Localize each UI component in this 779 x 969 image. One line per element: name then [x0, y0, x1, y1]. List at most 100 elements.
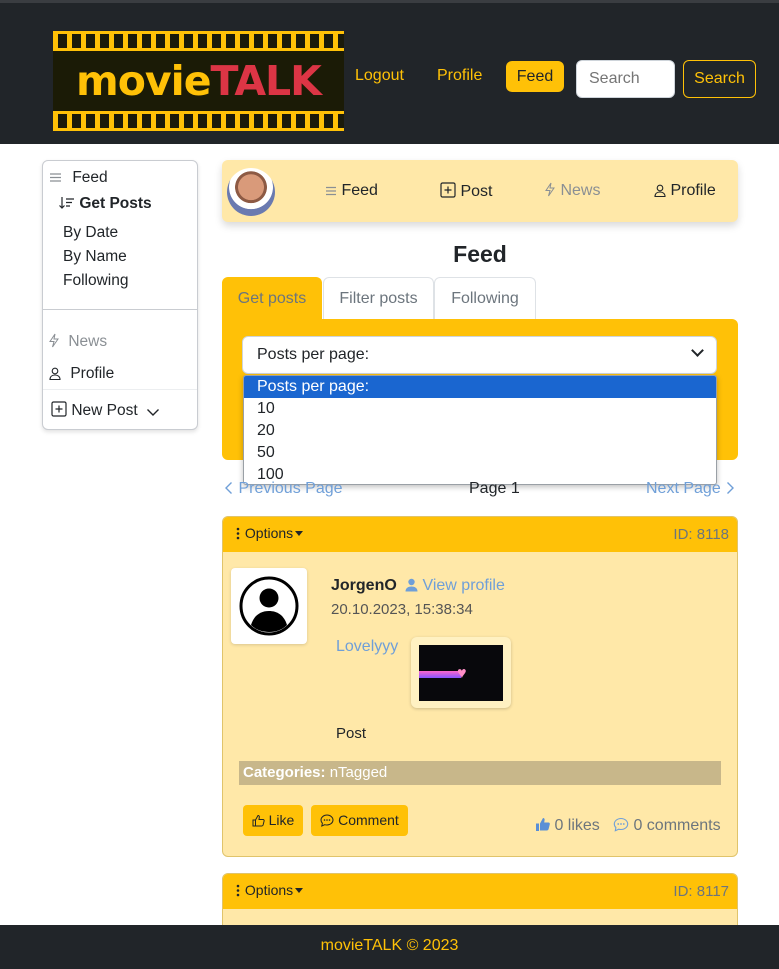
categories-label: Categories:	[243, 764, 326, 781]
userbar-feed-link[interactable]: Feed	[325, 182, 378, 200]
like-button[interactable]: Like	[243, 805, 303, 836]
caret-down-icon	[295, 531, 304, 536]
dropdown-option[interactable]: 10	[244, 398, 716, 420]
posts-per-page-select[interactable]: Posts per page:	[242, 336, 717, 374]
view-profile-label: View profile	[422, 577, 505, 594]
likes-count-label: 0 likes	[554, 817, 600, 834]
nav-logout-link[interactable]: Logout	[355, 67, 404, 85]
comments-count-label: 0 comments	[633, 817, 721, 834]
kebab-icon	[236, 527, 240, 540]
likes-count[interactable]: 0 likes	[535, 817, 600, 835]
heart-icon: ♥	[457, 665, 467, 682]
thumbs-up-fill-icon	[536, 818, 550, 831]
sidebar-item-get-posts[interactable]: Get Posts	[59, 195, 152, 213]
sidebar-item-following[interactable]: Following	[63, 272, 128, 290]
search-button[interactable]: Search	[683, 60, 756, 98]
sidebar-item-by-name[interactable]: By Name	[63, 248, 127, 266]
previous-page-link[interactable]: Previous Page	[224, 480, 343, 498]
film-strip-bottom	[53, 114, 344, 128]
post-options-dropdown[interactable]: Options	[235, 882, 304, 898]
rainbow-trail	[419, 671, 461, 678]
nav-feed-link[interactable]: Feed	[506, 61, 564, 92]
chevron-left-icon	[225, 482, 232, 494]
movietalk-logo[interactable]: movie TALK	[53, 31, 344, 131]
chat-icon	[320, 814, 334, 827]
dropdown-option[interactable]: 50	[244, 442, 716, 464]
post-card: Options ID: 8118 JorgenO View profile 20…	[222, 516, 738, 857]
like-button-label: Like	[268, 812, 295, 828]
next-page-link[interactable]: Next Page	[646, 480, 735, 498]
chevron-down-icon	[691, 344, 704, 357]
avatar[interactable]	[227, 168, 275, 216]
post-timestamp: 20.10.2023, 15:38:34	[331, 601, 473, 618]
person-icon	[49, 367, 61, 380]
post-id: ID: 8117	[673, 883, 729, 900]
logo-text: movie TALK	[53, 51, 344, 111]
post-options-dropdown[interactable]: Options	[235, 525, 304, 541]
sidebar-item-feed[interactable]: Feed	[49, 169, 179, 187]
view-profile-link[interactable]: View profile	[405, 577, 505, 595]
post-card: Options ID: 8117	[222, 873, 738, 933]
sidebar-profile-label: Profile	[70, 365, 115, 382]
chevron-right-icon	[727, 482, 735, 494]
lightning-icon	[49, 333, 59, 348]
post-author-avatar[interactable]	[231, 568, 307, 644]
sort-icon	[59, 197, 74, 209]
post-options-label: Options	[244, 882, 294, 898]
lightning-icon	[545, 182, 555, 197]
plus-square-icon	[51, 401, 67, 417]
dropdown-option[interactable]: 20	[244, 420, 716, 442]
categories-value: nTagged	[329, 764, 388, 781]
thumbs-up-icon	[252, 814, 265, 827]
search-input[interactable]	[576, 60, 675, 98]
post-header: Options ID: 8118	[223, 517, 737, 552]
userbar-profile-label: Profile	[670, 182, 716, 199]
sidebar-news-label: News	[68, 333, 108, 350]
post-id: ID: 8118	[673, 526, 729, 543]
person-fill-icon	[405, 578, 418, 592]
new-post-item[interactable]: New Post	[51, 401, 160, 420]
comments-count[interactable]: 0 comments	[613, 817, 721, 835]
sidebar-item-news[interactable]: News	[48, 333, 107, 351]
new-post-label: New Post	[71, 402, 138, 419]
post-gif: ♥	[419, 645, 503, 701]
post-author[interactable]: JorgenO	[331, 577, 397, 595]
sidebar-item-by-date[interactable]: By Date	[63, 224, 118, 242]
next-page-label: Next Page	[646, 480, 721, 497]
chat-icon	[613, 817, 629, 832]
nav-profile-link[interactable]: Profile	[437, 67, 482, 85]
tab-filter-posts[interactable]: Filter posts	[323, 277, 434, 319]
comment-button-label: Comment	[338, 812, 399, 828]
post-title-link[interactable]: Lovelyyy	[336, 638, 398, 656]
userbar-news-label: News	[560, 182, 601, 199]
tab-following[interactable]: Following	[434, 277, 536, 319]
userbar-news-link[interactable]: News	[544, 182, 600, 200]
logo-text-movie: movie	[76, 57, 211, 105]
comment-button[interactable]: Comment	[311, 805, 408, 836]
page-title: Feed	[453, 241, 507, 267]
person-icon	[654, 184, 666, 197]
footer: movieTALK © 2023	[0, 925, 779, 969]
post-type: Post	[336, 725, 367, 742]
top-navbar: movie TALK Logout Profile Feed Search	[0, 0, 779, 144]
film-strip-top	[53, 34, 344, 48]
post-image[interactable]: ♥	[411, 637, 511, 708]
sidebar-divider	[43, 309, 197, 310]
logo-text-talk: TALK	[210, 57, 322, 105]
dropdown-option[interactable]: Posts per page:	[244, 376, 716, 398]
sidebar-item-profile[interactable]: Profile	[49, 365, 114, 383]
chevron-down-icon	[146, 409, 159, 416]
userbar-feed-label: Feed	[341, 182, 378, 199]
posts-per-page-dropdown: Posts per page: 10 20 50 100	[243, 375, 717, 485]
userbar-post-link[interactable]: Post	[440, 182, 492, 201]
sidebar-get-posts-label: Get Posts	[79, 195, 152, 212]
sidebar-new-post-toggle[interactable]: New Post	[43, 389, 197, 429]
user-navbar: Feed Post News Profile	[222, 160, 738, 222]
posts-per-page-value: Posts per page:	[257, 346, 370, 363]
userbar-post-label: Post	[460, 183, 493, 200]
previous-page-label: Previous Page	[238, 480, 343, 497]
kebab-icon	[236, 884, 240, 897]
userbar-profile-link[interactable]: Profile	[654, 182, 716, 200]
list-icon	[50, 173, 61, 182]
tab-get-posts[interactable]: Get posts	[222, 277, 322, 319]
